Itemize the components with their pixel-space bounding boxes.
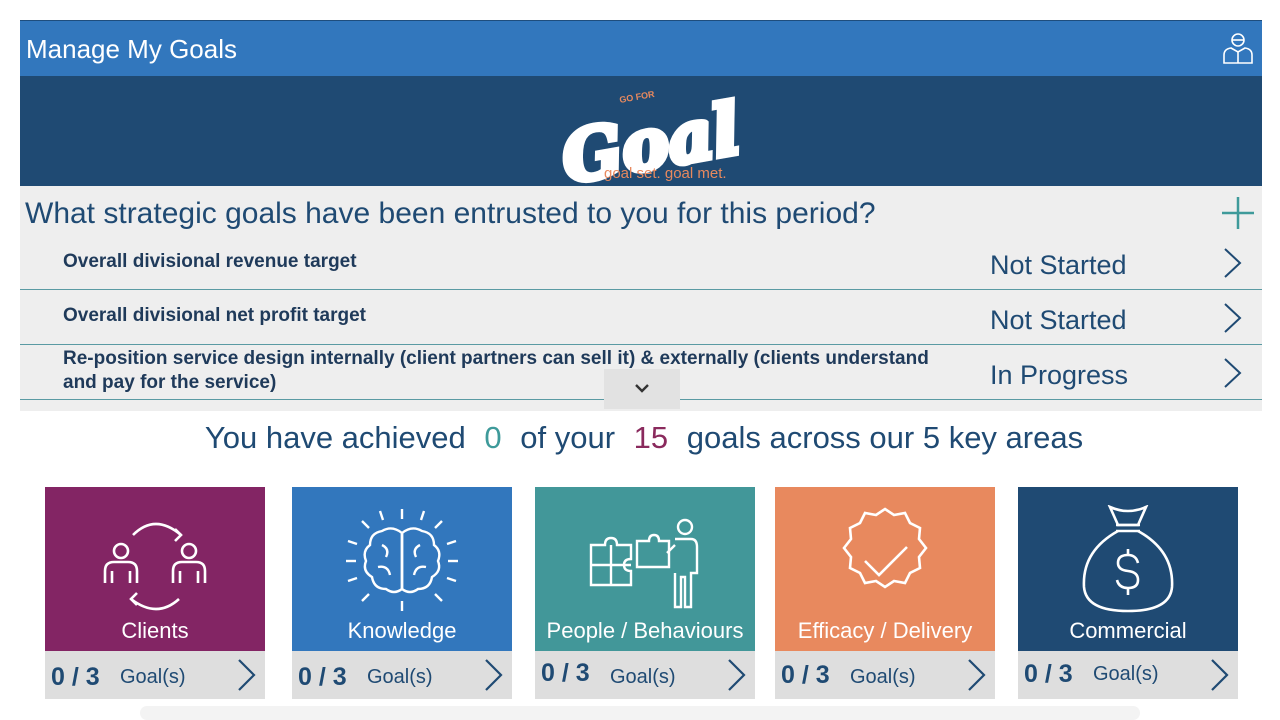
chevron-right-icon xyxy=(968,659,986,691)
area-footer: 0 / 3 Goal(s) xyxy=(775,651,995,699)
user-profile-button[interactable] xyxy=(1220,30,1256,66)
chevron-right-icon xyxy=(728,659,746,691)
area-goals-label: Goal(s) xyxy=(610,666,676,688)
plus-icon xyxy=(1222,197,1254,229)
chevron-down-icon xyxy=(635,384,649,393)
area-goals-label: Goal(s) xyxy=(1093,663,1159,685)
chevron-right-icon xyxy=(1224,303,1242,333)
total-goals-count: 15 xyxy=(633,420,669,455)
goal-row[interactable]: Overall divisional net profit target Not… xyxy=(20,291,1262,345)
goal-status: Not Started xyxy=(990,305,1127,335)
area-goals-label: Goal(s) xyxy=(367,666,433,688)
area-label: Commercial xyxy=(1069,618,1187,643)
area-tile: Efficacy / Delivery xyxy=(775,487,995,651)
scroll-down-button[interactable] xyxy=(604,369,680,409)
area-tile: People / Behaviours xyxy=(535,487,755,651)
achievement-summary: You have achieved 0 of your 15 goals acr… xyxy=(0,420,1280,456)
chevron-right-icon xyxy=(1224,358,1242,388)
area-footer: 0 / 3 Goal(s) xyxy=(45,651,265,699)
goal-title: Overall divisional revenue target xyxy=(63,251,357,272)
area-label: Clients xyxy=(121,618,189,643)
goal-status: Not Started xyxy=(990,250,1127,280)
area-tile: Knowledge xyxy=(292,487,512,651)
goal-status: In Progress xyxy=(990,360,1129,390)
area-card-commercial[interactable]: Commercial 0 / 3 Goal(s) xyxy=(1018,487,1238,699)
area-tile: Commercial xyxy=(1018,487,1238,651)
area-footer: 0 / 3 Goal(s) xyxy=(292,651,512,699)
chevron-right-icon xyxy=(485,659,503,691)
strategic-goals-panel: What strategic goals have been entrusted… xyxy=(20,186,1262,411)
logo-tagline: goal set. goal met. xyxy=(604,165,727,182)
goal-title: Re-position service design internally (c… xyxy=(63,348,929,393)
puzzle-person-icon xyxy=(589,518,699,609)
area-card-knowledge[interactable]: Knowledge 0 / 3 Goal(s) xyxy=(292,487,512,699)
logo-banner: GO FOR Goal Goal goal set. goal met. xyxy=(20,76,1262,186)
page-title: Manage My Goals xyxy=(26,34,237,64)
area-goals-label: Goal(s) xyxy=(850,666,916,688)
chevron-right-icon xyxy=(1211,659,1229,691)
achieved-count: 0 xyxy=(484,420,502,455)
area-goal-count: 0 / 3 xyxy=(298,663,347,691)
chevron-right-icon xyxy=(238,659,256,691)
brain-icon xyxy=(346,509,458,611)
area-label: Knowledge xyxy=(347,618,457,643)
area-goal-count: 0 / 3 xyxy=(781,661,830,689)
area-goals-label: Goal(s) xyxy=(120,666,186,688)
area-card-people-behaviours[interactable]: People / Behaviours 0 / 3 Goal(s) xyxy=(535,487,755,699)
area-footer: 0 / 3 Goal(s) xyxy=(1018,651,1238,699)
check-badge-icon xyxy=(842,507,928,589)
area-label: People / Behaviours xyxy=(546,618,744,643)
goal-title: Overall divisional net profit target xyxy=(63,305,367,326)
add-goal-button[interactable] xyxy=(1220,195,1256,231)
area-goal-count: 0 / 3 xyxy=(1024,660,1073,688)
area-footer: 0 / 3 Goal(s) xyxy=(535,651,755,699)
money-bag-icon xyxy=(1082,505,1174,613)
summary-prefix: You have achieved xyxy=(204,420,466,455)
summary-middle: of your xyxy=(520,420,616,455)
user-profile-icon xyxy=(1223,33,1253,64)
area-card-clients[interactable]: Clients 0 / 3 Goal(s) xyxy=(45,487,265,699)
goals-question: What strategic goals have been entrusted… xyxy=(25,197,876,230)
app-header: Manage My Goals xyxy=(20,20,1262,76)
area-goal-count: 0 / 3 xyxy=(51,663,100,691)
people-exchange-icon xyxy=(103,522,207,611)
summary-suffix: goals across our 5 key areas xyxy=(686,420,1084,455)
chevron-right-icon xyxy=(1224,248,1242,278)
bottom-edge xyxy=(140,706,1140,720)
area-tile: Clients xyxy=(45,487,265,651)
area-card-efficacy-delivery[interactable]: Efficacy / Delivery 0 / 3 Goal(s) xyxy=(775,487,995,699)
area-goal-count: 0 / 3 xyxy=(541,659,590,687)
goal-row[interactable]: Overall divisional revenue target Not St… xyxy=(20,236,1262,290)
area-label: Efficacy / Delivery xyxy=(797,618,973,643)
